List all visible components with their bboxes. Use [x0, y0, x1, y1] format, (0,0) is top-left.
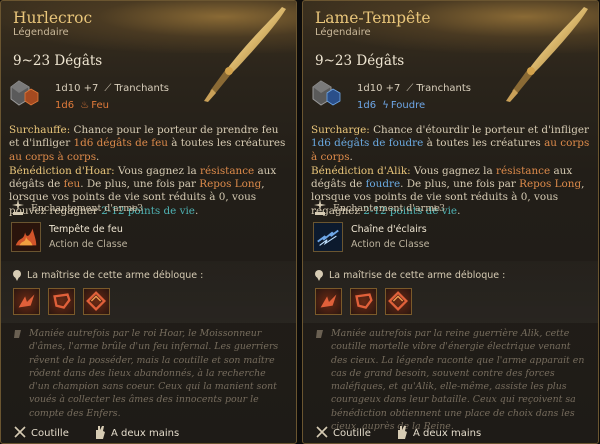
passive-1: Surcharge: Chance d'étourdir le porteur …: [311, 124, 593, 164]
d10-die-icon: [312, 80, 341, 106]
anvil-icon: [12, 199, 24, 215]
pin-icon: [315, 270, 323, 281]
passive-2-keyword-2[interactable]: foudre: [366, 178, 401, 190]
pin-icon: [13, 270, 21, 281]
enchantment-label: Enchantement d'arme: [31, 203, 138, 214]
anvil-icon: [314, 199, 326, 215]
passive-2-name: Bénédiction d'Hoar:: [9, 164, 115, 177]
passive-2-text-c: . De plus, une fois par: [80, 178, 200, 191]
enchantment-label: Enchantement d'arme: [333, 203, 440, 214]
damage-main-dice: 1d10 +7: [55, 83, 99, 94]
weapon-handedness: A deux mains: [111, 428, 180, 439]
passive-1: Surchauffe: Chance pour le porteur de pr…: [9, 124, 291, 164]
damage-extra-row: 1d6 ϟ Foudre: [357, 100, 425, 111]
lore-text: Maniée autrefois par le roi Hoar, le Moi…: [29, 328, 279, 419]
item-name: Hurlecroc: [13, 9, 93, 27]
slashing-icon: ⟋: [104, 83, 112, 94]
action-name: Chaîne d'éclairs: [351, 224, 427, 235]
mastery-action-3-icon[interactable]: [385, 288, 412, 315]
passive-1-keyword[interactable]: 1d6 dégâts de foudre: [311, 137, 423, 149]
mastery-action-1-icon[interactable]: [13, 288, 40, 315]
lightning-icon: ϟ: [382, 100, 389, 111]
chain-lightning-action-icon[interactable]: [313, 222, 343, 252]
passive-2-keyword[interactable]: résistance: [496, 165, 550, 177]
two-hands-icon: [398, 426, 407, 439]
item-tooltip-hurlecroc: Hurlecroc Légendaire 9~23 Dégâts 1d10 +7…: [0, 0, 297, 444]
glaive-icon: [204, 7, 286, 102]
passive-2-text-e: .: [457, 204, 461, 217]
fire-icon: ♨: [80, 100, 90, 111]
weapon-type: Coutille: [333, 428, 371, 439]
mastery-actions: [315, 288, 412, 315]
weapon-type: Coutille: [31, 428, 69, 439]
action-name: Tempête de feu: [49, 224, 123, 235]
item-name: Lame-Tempête: [315, 9, 431, 27]
item-tooltip-lame-tempete: Lame-Tempête Légendaire 9~23 Dégâts 1d10…: [302, 0, 599, 444]
damage-total: 9~23 Dégâts: [13, 53, 103, 69]
damage-main-row: 1d10 +7 ⟋ Tranchants: [55, 83, 169, 94]
passive-2-text-c: . De plus, une fois par: [400, 178, 520, 191]
passive-1-text-a: Chance d'étourdir le porteur et d'inflig…: [369, 124, 589, 136]
enchantment-value: +3: [129, 203, 144, 214]
quote-icon: [14, 330, 21, 338]
mastery-action-3-icon[interactable]: [83, 288, 110, 315]
passive-1-name: Surchauffe:: [9, 124, 71, 136]
passive-2-text-a: Vous gagnez la: [114, 164, 201, 177]
passive-1-name: Surcharge:: [311, 124, 370, 136]
mastery-label: La maîtrise de cette arme débloque :: [329, 270, 506, 281]
lore-text: Maniée autrefois par la reine guerrière …: [331, 328, 585, 433]
passive-2-keyword-2[interactable]: feu: [64, 178, 81, 190]
passive-1-text-b: à toutes les créatures: [167, 137, 286, 150]
passive-2-text-a: Vous gagnez la: [410, 164, 496, 177]
damage-extra-type: Feu: [91, 100, 109, 111]
passive-1-text-b: à toutes les créatures: [423, 137, 545, 150]
passive-2-name: Bénédiction d'Alik:: [311, 164, 411, 177]
mastery-label: La maîtrise de cette arme débloque :: [27, 270, 204, 281]
d10-die-icon: [10, 80, 39, 106]
passive-2-keyword-3[interactable]: Repos Long: [519, 178, 581, 190]
glaive-icon: [506, 7, 588, 102]
action-type: Action de Classe: [49, 239, 128, 250]
passive-2-keyword[interactable]: résistance: [200, 165, 254, 177]
crossed-blades-icon: [316, 426, 328, 438]
enchantment-value: +3: [431, 203, 446, 214]
damage-main-row: 1d10 +7 ⟋ Tranchants: [357, 83, 471, 94]
damage-extra-dice: 1d6: [357, 100, 377, 111]
damage-extra-dice: 1d6: [55, 100, 75, 111]
damage-main-type: Tranchants: [416, 83, 472, 94]
damage-main-dice: 1d10 +7: [357, 83, 401, 94]
item-rarity: Légendaire: [13, 27, 69, 38]
passive-1-text-c: .: [349, 150, 353, 163]
passive-1-keyword-2[interactable]: au corps à corps: [9, 151, 96, 163]
damage-extra-row: 1d6 ♨ Feu: [55, 100, 109, 111]
action-type: Action de Classe: [351, 239, 430, 250]
mastery-action-2-icon[interactable]: [350, 288, 377, 315]
damage-main-type: Tranchants: [114, 83, 170, 94]
crossed-blades-icon: [14, 426, 26, 438]
mastery-action-2-icon[interactable]: [48, 288, 75, 315]
tooltip-comparison: Hurlecroc Légendaire 9~23 Dégâts 1d10 +7…: [0, 0, 600, 444]
slashing-icon: ⟋: [406, 83, 414, 94]
damage-extra-type: Foudre: [390, 100, 426, 111]
two-hands-icon: [96, 426, 105, 439]
quote-icon: [316, 330, 323, 338]
passive-2-text-e: .: [194, 204, 199, 217]
mastery-action-1-icon[interactable]: [315, 288, 342, 315]
mastery-actions: [13, 288, 110, 315]
weapon-handedness: A deux mains: [413, 428, 482, 439]
item-rarity: Légendaire: [315, 27, 371, 38]
damage-total: 9~23 Dégâts: [315, 53, 405, 69]
passive-1-keyword[interactable]: 1d6 dégâts de feu: [73, 137, 167, 149]
fire-storm-action-icon[interactable]: [11, 222, 41, 252]
passive-2-keyword-3[interactable]: Repos Long: [199, 178, 261, 190]
passive-1-text-c: .: [96, 150, 100, 163]
